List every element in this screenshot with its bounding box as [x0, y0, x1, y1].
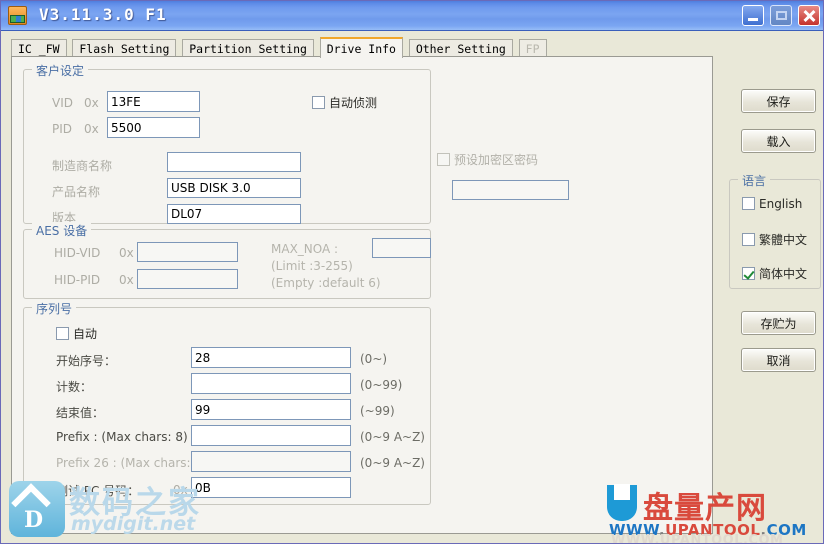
save-as-button[interactable]: 存贮为 — [741, 311, 816, 335]
vendor-name-label: 制造商名称 — [52, 157, 112, 174]
title-bar: V3.11.3.0 F1 — [1, 1, 824, 31]
save-button[interactable]: 保存 — [741, 89, 816, 113]
english-checkbox-box[interactable] — [742, 197, 755, 210]
watermark-url-tld: COM — [767, 521, 807, 539]
watermark-url-dot-2: . — [760, 521, 766, 539]
preset-encrypt-password-checkbox-box — [437, 153, 450, 166]
pid-input[interactable] — [107, 117, 200, 138]
aes-device-group: AES 设备 HID-VID 0x HID-PID 0x MAX_NOA : (… — [23, 229, 431, 299]
tab-drive-info[interactable]: Drive Info — [320, 37, 403, 58]
vid-prefix: 0x — [84, 96, 99, 110]
load-button[interactable]: 载入 — [741, 129, 816, 153]
serial-start-label: 开始序号： — [56, 352, 116, 369]
test-pc-number-prefix: 0x — [173, 483, 188, 497]
product-name-label: 产品名称 — [52, 183, 100, 200]
serial-auto-label: 自动 — [73, 327, 97, 341]
max-noa-empty-hint: (Empty :default 6) — [271, 276, 381, 290]
traditional-chinese-label: 繁體中文 — [759, 233, 807, 247]
test-pc-number-label: 测试 PC 号码： — [56, 482, 139, 499]
tab-strip: IC _FW Flash Setting Partition Setting D… — [11, 37, 611, 57]
encrypt-password-input[interactable] — [452, 180, 569, 200]
serial-count-hint: (0~99) — [360, 378, 402, 392]
test-pc-number-input[interactable] — [191, 477, 351, 498]
language-legend: 语言 — [738, 172, 770, 189]
english-label: English — [759, 197, 802, 211]
serial-number-group: 序列号 自动 开始序号： (0~) 计数： (0~99) 结束值： (~99) … — [23, 307, 431, 505]
auto-detect-checkbox-box[interactable] — [312, 96, 325, 109]
close-button[interactable] — [798, 5, 820, 26]
serial-prefix-input[interactable] — [191, 425, 351, 446]
version-input[interactable] — [167, 204, 301, 224]
cancel-button[interactable]: 取消 — [741, 348, 816, 372]
serial-prefix26-hint: (0~9 A~Z) — [360, 456, 425, 470]
serial-auto-checkbox-box[interactable] — [56, 327, 69, 340]
window-controls — [740, 5, 820, 27]
max-noa-input[interactable] — [372, 238, 431, 258]
vendor-name-input[interactable] — [167, 152, 301, 172]
watermark-right-url-shadow: WWW.UPANTOOL.COM — [611, 533, 783, 544]
serial-start-hint: (0~) — [360, 352, 387, 366]
pid-label: PID — [52, 122, 72, 136]
customer-settings-legend: 客户设定 — [32, 62, 88, 79]
auto-detect-checkbox[interactable]: 自动侦测 — [312, 94, 377, 111]
vid-label: VID — [52, 96, 73, 110]
hid-vid-prefix: 0x — [119, 246, 134, 260]
language-option-traditional-chinese[interactable]: 繁體中文 — [742, 231, 807, 248]
max-noa-limit-hint: (Limit :3-255) — [271, 259, 353, 273]
hid-pid-input[interactable] — [137, 269, 238, 289]
window-title: V3.11.3.0 F1 — [39, 5, 167, 24]
hid-pid-prefix: 0x — [119, 273, 134, 287]
language-group: 语言 English 繁體中文 简体中文 — [729, 179, 821, 289]
serial-count-input[interactable] — [191, 373, 351, 394]
simplified-chinese-label: 简体中文 — [759, 267, 807, 281]
serial-auto-checkbox[interactable]: 自动 — [56, 325, 97, 342]
serial-count-label: 计数： — [56, 378, 92, 395]
app-icon — [8, 6, 27, 25]
serial-end-hint: (~99) — [360, 404, 395, 418]
aes-device-legend: AES 设备 — [32, 222, 91, 239]
preset-encrypt-password-label: 预设加密区密码 — [454, 153, 538, 167]
serial-end-input[interactable] — [191, 399, 351, 420]
application-window: V3.11.3.0 F1 IC _FW Flash Setting Partit… — [0, 0, 824, 544]
language-option-simplified-chinese[interactable]: 简体中文 — [742, 265, 807, 282]
hid-pid-label: HID-PID — [54, 273, 100, 287]
serial-prefix-label: Prefix : (Max chars: 8) — [56, 430, 188, 444]
language-option-english[interactable]: English — [742, 197, 802, 211]
hid-vid-label: HID-VID — [54, 246, 100, 260]
hid-vid-input[interactable] — [137, 242, 238, 262]
maximize-button[interactable] — [770, 5, 792, 26]
minimize-button[interactable] — [742, 5, 764, 26]
auto-detect-label: 自动侦测 — [329, 96, 377, 110]
drive-info-panel: 客户设定 VID 0x PID 0x 制造商名称 产品名称 版本 自动侦测 预设… — [11, 56, 713, 534]
vid-input[interactable] — [107, 91, 200, 112]
customer-settings-group: 客户设定 VID 0x PID 0x 制造商名称 产品名称 版本 自动侦测 — [23, 69, 431, 224]
traditional-chinese-checkbox-box[interactable] — [742, 233, 755, 246]
preset-encrypt-password-checkbox: 预设加密区密码 — [437, 151, 538, 168]
serial-prefix26-input[interactable] — [191, 451, 351, 472]
serial-end-label: 结束值： — [56, 404, 104, 421]
simplified-chinese-checkbox-box[interactable] — [742, 267, 755, 280]
serial-start-input[interactable] — [191, 347, 351, 368]
pid-prefix: 0x — [84, 122, 99, 136]
product-name-input[interactable] — [167, 178, 301, 198]
max-noa-label: MAX_NOA : — [271, 242, 338, 256]
serial-prefix-hint: (0~9 A~Z) — [360, 430, 425, 444]
serial-number-legend: 序列号 — [32, 300, 76, 317]
